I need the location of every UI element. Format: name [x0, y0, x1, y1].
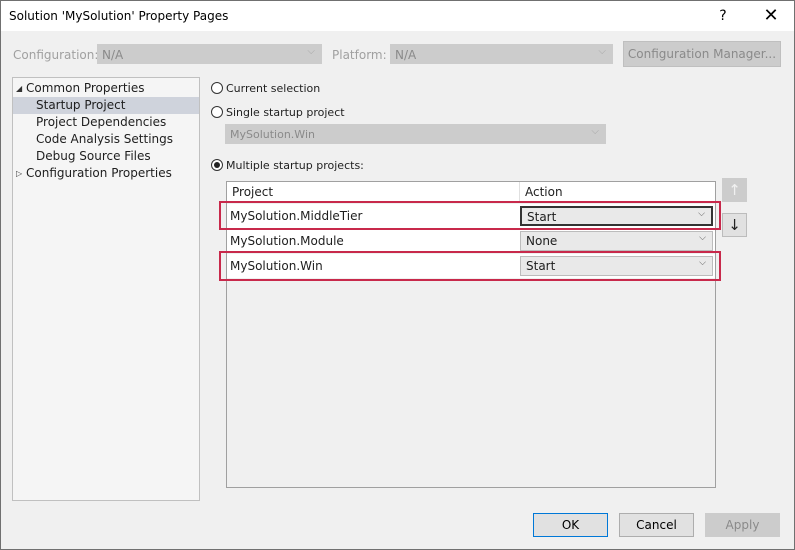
- table-row[interactable]: MySolution.Win Start ⌵: [227, 253, 715, 278]
- configuration-manager-button[interactable]: Configuration Manager...: [623, 41, 781, 67]
- tree-item-label: Debug Source Files: [36, 149, 151, 163]
- action-value: Start: [526, 259, 556, 273]
- tree-item-common-properties[interactable]: ◢ Common Properties: [13, 80, 199, 97]
- action-value: None: [526, 234, 558, 248]
- tree-item-label: Common Properties: [26, 81, 145, 95]
- tree-item-startup-project[interactable]: Startup Project: [13, 97, 199, 114]
- column-header-action[interactable]: Action: [525, 185, 563, 199]
- table-row[interactable]: MySolution.Module None ⌵: [227, 228, 715, 253]
- configuration-label: Configuration:: [13, 48, 99, 62]
- cancel-button[interactable]: Cancel: [619, 513, 694, 537]
- current-selection-label[interactable]: Current selection: [226, 82, 320, 95]
- arrow-down-icon: ↓: [728, 216, 741, 234]
- close-button[interactable]: ✕: [749, 1, 793, 31]
- tree-item-code-analysis-settings[interactable]: Code Analysis Settings: [13, 131, 199, 148]
- single-startup-value: MySolution.Win: [230, 128, 315, 141]
- move-down-button[interactable]: ↓: [722, 213, 747, 237]
- single-startup-dropdown[interactable]: MySolution.Win ⌵: [225, 124, 606, 144]
- chevron-down-icon: ⌵: [591, 126, 599, 137]
- chevron-down-icon: ⌵: [598, 46, 606, 57]
- multiple-startup-label[interactable]: Multiple startup projects:: [226, 159, 364, 172]
- ok-button[interactable]: OK: [533, 513, 608, 537]
- move-up-button[interactable]: ↑: [722, 178, 747, 202]
- tree-item-debug-source-files[interactable]: Debug Source Files: [13, 148, 199, 165]
- platform-dropdown[interactable]: N/A ⌵: [390, 44, 613, 64]
- configuration-dropdown[interactable]: N/A ⌵: [97, 44, 322, 64]
- tree-item-label: Code Analysis Settings: [36, 132, 174, 146]
- title-bar: Solution 'MySolution' Property Pages ? ✕: [1, 1, 794, 31]
- window-title: Solution 'MySolution' Property Pages: [9, 9, 229, 23]
- platform-label: Platform:: [332, 48, 387, 62]
- action-dropdown[interactable]: None ⌵: [520, 231, 713, 251]
- tree-item-configuration-properties[interactable]: ▷ Configuration Properties: [13, 165, 199, 182]
- tree-item-label: Configuration Properties: [26, 166, 172, 180]
- platform-value: N/A: [395, 48, 417, 62]
- single-startup-label[interactable]: Single startup project: [226, 106, 345, 119]
- arrow-up-icon: ↑: [728, 181, 741, 199]
- table-row[interactable]: MySolution.MiddleTier Start ⌵: [227, 203, 715, 228]
- startup-projects-grid: Project Action MySolution.MiddleTier Sta…: [226, 181, 716, 488]
- action-value: Start: [527, 210, 557, 224]
- current-selection-radio[interactable]: [211, 82, 223, 94]
- column-header-project[interactable]: Project: [232, 185, 273, 199]
- property-pages-dialog: Solution 'MySolution' Property Pages ? ✕…: [0, 0, 795, 550]
- chevron-down-icon: ⌵: [307, 46, 315, 57]
- tree-item-label: Startup Project: [36, 98, 126, 112]
- grid-header: Project Action: [227, 182, 715, 202]
- chevron-down-icon: ⌵: [699, 233, 706, 243]
- chevron-down-icon: ⌵: [698, 209, 705, 219]
- project-name: MySolution.Module: [230, 234, 344, 248]
- property-tree: ◢ Common Properties Startup Project Proj…: [12, 77, 200, 501]
- tree-item-label: Project Dependencies: [36, 115, 167, 129]
- action-dropdown[interactable]: Start ⌵: [520, 256, 713, 276]
- column-separator[interactable]: [519, 182, 520, 202]
- expanded-caret-icon[interactable]: ◢: [16, 80, 22, 97]
- multiple-startup-radio[interactable]: [211, 159, 223, 171]
- tree-item-project-dependencies[interactable]: Project Dependencies: [13, 114, 199, 131]
- configuration-value: N/A: [102, 48, 124, 62]
- chevron-down-icon: ⌵: [699, 258, 706, 268]
- collapsed-caret-icon[interactable]: ▷: [16, 165, 22, 182]
- action-dropdown[interactable]: Start ⌵: [520, 206, 713, 226]
- apply-button[interactable]: Apply: [705, 513, 780, 537]
- project-name: MySolution.MiddleTier: [230, 209, 363, 223]
- single-startup-radio[interactable]: [211, 106, 223, 118]
- project-name: MySolution.Win: [230, 259, 323, 273]
- help-button[interactable]: ?: [701, 1, 745, 31]
